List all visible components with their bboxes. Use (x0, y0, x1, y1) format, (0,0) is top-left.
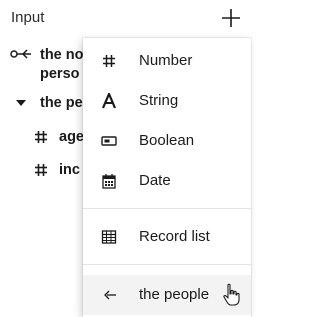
table-icon (101, 230, 117, 244)
menu-divider (83, 208, 251, 209)
menu-item-label: Number (139, 52, 193, 69)
plus-icon (222, 9, 240, 27)
menu-item-label: Record list (139, 228, 210, 245)
hash-icon (103, 55, 115, 67)
menu-item-boolean[interactable]: Boolean (83, 123, 251, 159)
menu-item-string[interactable]: String (83, 83, 251, 119)
toggle-icon (101, 136, 117, 146)
text-a-icon (101, 93, 117, 109)
add-button[interactable] (219, 6, 243, 30)
caret-down-icon[interactable] (15, 99, 27, 107)
menu-divider (83, 264, 251, 265)
calendar-icon (102, 174, 116, 189)
menu-item-label: Date (139, 172, 171, 189)
hand-cursor-icon (223, 283, 240, 306)
tree-item-label: the pe (40, 95, 83, 111)
panel-title: Input (11, 9, 45, 26)
tree-item-label: inc (59, 162, 80, 178)
hash-icon (35, 131, 47, 143)
link-key-icon (104, 290, 116, 300)
menu-item-label: the people (139, 286, 210, 303)
tree-item-label: age (59, 129, 84, 145)
tree-item-label: the no (40, 47, 84, 63)
hash-icon (35, 164, 47, 176)
add-type-menu: Number String Boolean Date Record list t… (83, 38, 251, 317)
link-key-icon (10, 49, 31, 59)
menu-item-number[interactable]: Number (83, 43, 251, 79)
tree-item-label-line2: perso (40, 66, 80, 82)
menu-item-date[interactable]: Date (83, 163, 251, 199)
input-panel: Input the no perso the pe age inc Number… (0, 0, 251, 317)
menu-item-label: Boolean (139, 132, 195, 149)
menu-item-label: String (139, 92, 179, 109)
menu-item-record-list[interactable]: Record list (83, 219, 251, 255)
